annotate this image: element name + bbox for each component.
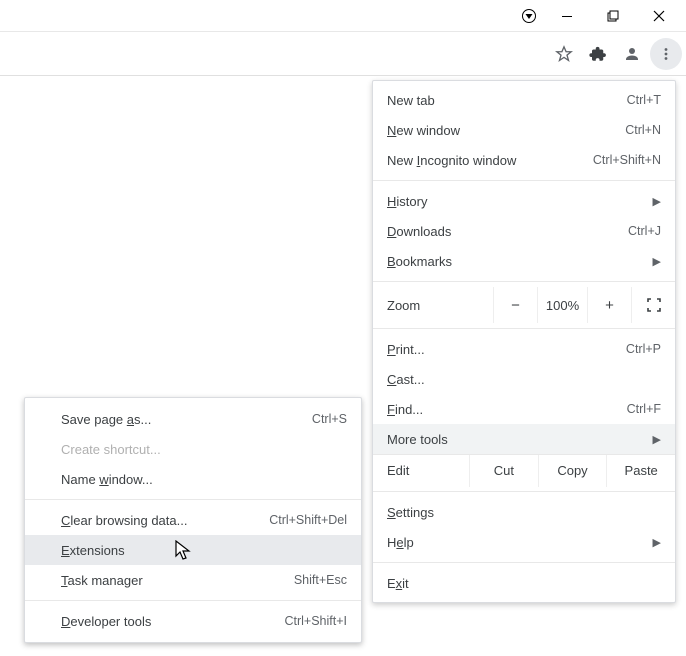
submenu-developer-tools-shortcut: Ctrl+Shift+I [284,614,347,628]
menu-history-label: History [387,194,649,209]
menu-find-shortcut: Ctrl+F [627,402,661,416]
menu-print[interactable]: Print... Ctrl+P [373,334,675,364]
zoom-out-button[interactable]: − [493,287,537,323]
browser-toolbar [0,32,686,76]
chrome-main-menu: New tab Ctrl+T New window Ctrl+N New Inc… [372,80,676,603]
menu-settings-label: Settings [387,505,661,520]
menu-edit-label: Edit [373,463,469,478]
submenu-clear-browsing-shortcut: Ctrl+Shift+Del [269,513,347,527]
submenu-arrow-icon: ▶ [653,536,661,549]
submenu-name-window-label: Name window... [61,472,347,487]
menu-new-incognito[interactable]: New Incognito window Ctrl+Shift+N [373,145,675,175]
menu-edit-row: Edit Cut Copy Paste [373,454,675,486]
menu-separator [373,562,675,563]
zoom-value: 100% [537,287,587,323]
menu-downloads[interactable]: Downloads Ctrl+J [373,216,675,246]
menu-bookmarks[interactable]: Bookmarks ▶ [373,246,675,276]
menu-history[interactable]: History ▶ [373,186,675,216]
menu-downloads-label: Downloads [387,224,628,239]
submenu-arrow-icon: ▶ [653,255,661,268]
submenu-name-window[interactable]: Name window... [25,464,361,494]
menu-separator [373,328,675,329]
menu-exit[interactable]: Exit [373,568,675,598]
submenu-clear-browsing-data[interactable]: Clear browsing data... Ctrl+Shift+Del [25,505,361,535]
submenu-clear-browsing-label: Clear browsing data... [61,513,269,528]
profile-avatar-icon[interactable] [616,38,648,70]
menu-separator [373,281,675,282]
window-maximize-button[interactable] [590,1,636,31]
bookmark-star-icon[interactable] [548,38,580,70]
window-close-button[interactable] [636,1,682,31]
edit-copy-button[interactable]: Copy [538,455,607,487]
extensions-puzzle-icon[interactable] [582,38,614,70]
menu-separator [25,600,361,601]
submenu-task-manager-label: Task manager [61,573,294,588]
menu-zoom-row: Zoom − 100% + [373,287,675,323]
extension-indicator-icon[interactable] [514,1,544,31]
window-titlebar [0,0,686,32]
menu-new-tab[interactable]: New tab Ctrl+T [373,85,675,115]
menu-separator [373,491,675,492]
submenu-create-shortcut-label: Create shortcut... [61,442,347,457]
menu-exit-label: Exit [387,576,661,591]
edit-paste-button[interactable]: Paste [606,455,675,487]
submenu-arrow-icon: ▶ [653,195,661,208]
menu-bookmarks-label: Bookmarks [387,254,649,269]
menu-help[interactable]: Help ▶ [373,527,675,557]
menu-new-incognito-shortcut: Ctrl+Shift+N [593,153,661,167]
submenu-arrow-icon: ▶ [653,433,661,446]
menu-zoom-label: Zoom [373,298,493,313]
window-minimize-button[interactable] [544,1,590,31]
menu-new-incognito-label: New Incognito window [387,153,593,168]
menu-print-shortcut: Ctrl+P [626,342,661,356]
menu-more-tools-label: More tools [387,432,649,447]
menu-help-label: Help [387,535,649,550]
more-tools-submenu: Save page as... Ctrl+S Create shortcut..… [24,397,362,643]
menu-find-label: Find... [387,402,627,417]
menu-new-tab-shortcut: Ctrl+T [627,93,661,107]
submenu-extensions[interactable]: Extensions [25,535,361,565]
menu-print-label: Print... [387,342,626,357]
menu-separator [25,499,361,500]
submenu-developer-tools-label: Developer tools [61,614,284,629]
submenu-save-page-label: Save page as... [61,412,312,427]
zoom-in-button[interactable]: + [587,287,631,323]
menu-downloads-shortcut: Ctrl+J [628,224,661,238]
menu-new-window[interactable]: New window Ctrl+N [373,115,675,145]
submenu-create-shortcut: Create shortcut... [25,434,361,464]
submenu-task-manager[interactable]: Task manager Shift+Esc [25,565,361,595]
menu-new-window-label: New window [387,123,625,138]
edit-cut-button[interactable]: Cut [469,455,538,487]
submenu-save-page-shortcut: Ctrl+S [312,412,347,426]
menu-cast[interactable]: Cast... [373,364,675,394]
menu-more-tools[interactable]: More tools ▶ [373,424,675,454]
menu-find[interactable]: Find... Ctrl+F [373,394,675,424]
menu-settings[interactable]: Settings [373,497,675,527]
submenu-task-manager-shortcut: Shift+Esc [294,573,347,587]
chrome-menu-button[interactable] [650,38,682,70]
menu-new-window-shortcut: Ctrl+N [625,123,661,137]
submenu-save-page-as[interactable]: Save page as... Ctrl+S [25,404,361,434]
submenu-developer-tools[interactable]: Developer tools Ctrl+Shift+I [25,606,361,636]
menu-cast-label: Cast... [387,372,661,387]
menu-new-tab-label: New tab [387,93,627,108]
menu-separator [373,180,675,181]
submenu-extensions-label: Extensions [61,543,347,558]
fullscreen-button[interactable] [631,287,675,323]
